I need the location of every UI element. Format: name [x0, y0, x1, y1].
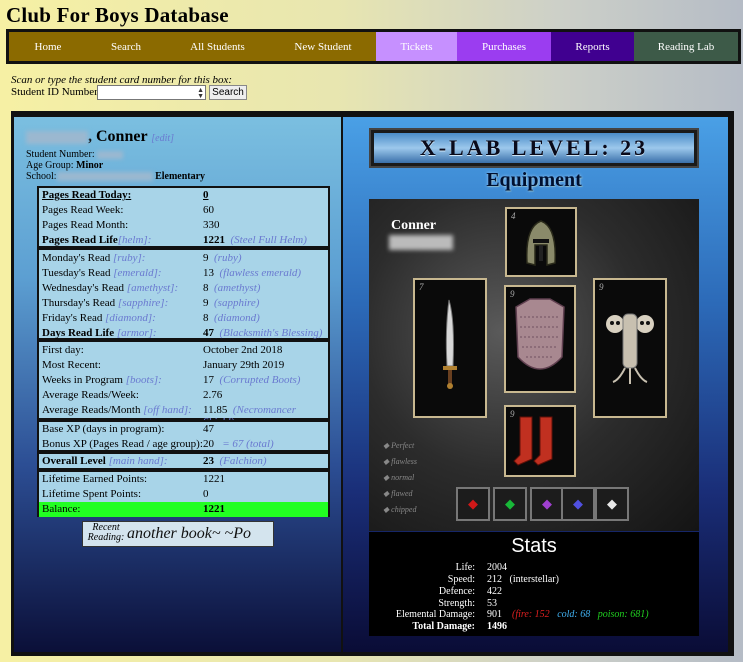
friday-row: Friday's Read [diamond]: 8 (diamond): [42, 312, 260, 324]
spent-points-row: Lifetime Spent Points: 0: [42, 488, 209, 500]
nav-purchases[interactable]: Purchases: [457, 32, 551, 61]
main-nav: Home Search All Students New Student Tic…: [6, 29, 741, 64]
student-number: Student Number:: [26, 149, 124, 160]
app-title: Club For Boys Database: [6, 3, 229, 27]
avg-month-row: Average Reads/Month [off hand]: 11.85 (N…: [42, 404, 296, 428]
monday-row: Monday's Read [ruby]: 9 (ruby): [42, 252, 242, 264]
redacted-student-number: [97, 150, 124, 159]
pages-today-row: Pages Read Today: 0: [42, 189, 209, 201]
days-read-life-row: Days Read Life [armor]: 47 (Blacksmith's…: [42, 327, 323, 339]
armor-slot[interactable]: 9: [504, 285, 576, 393]
recent-reading-box: Recent Reading: another book~ ~Po: [82, 521, 274, 547]
ruby-slot[interactable]: ◆: [456, 487, 490, 521]
helm-icon: [526, 220, 556, 266]
edit-link[interactable]: [edit]: [151, 133, 174, 144]
speed-stat: Speed: 212 (interstellar): [447, 574, 559, 585]
thursday-row: Thursday's Read [sapphire]: 9 (sapphire): [42, 297, 260, 309]
nav-home[interactable]: Home: [9, 32, 87, 61]
life-stat: Life: 2004: [455, 562, 507, 573]
redacted-character-surname: [389, 235, 453, 250]
nav-all-students[interactable]: All Students: [165, 32, 270, 61]
school: School: Elementary: [26, 171, 206, 182]
sapphire-icon: ◆: [573, 496, 583, 511]
legend-flawless: ◆ flawless: [383, 457, 417, 466]
total-damage-stat: Total Damage: 1496: [412, 621, 507, 632]
emerald-icon: ◆: [505, 496, 515, 511]
avg-week-row: Average Reads/Week: 2.76: [42, 389, 223, 401]
emerald-slot[interactable]: ◆: [493, 487, 527, 521]
nav-reading-lab[interactable]: Reading Lab: [634, 32, 738, 61]
balance-row: Balance: 1221: [39, 502, 328, 517]
recent-reading-label: Recent Reading:: [87, 522, 125, 543]
tuesday-row: Tuesday's Read [emerald]: 13 (flawless e…: [42, 267, 302, 279]
gem-quality-legend: ◆ Perfect ◆ flawless ◆ normal ◆ flawed ◆…: [383, 441, 417, 521]
stats-title: Stats: [511, 535, 557, 557]
equipment-area: Conner 4 7 9 9 9 ◆ Perfect ◆ flawless ◆ …: [369, 199, 699, 531]
student-id-input[interactable]: ▲ ▼: [97, 85, 206, 100]
days-read-section: Monday's Read [ruby]: 9 (ruby) Tuesday's…: [37, 248, 330, 340]
legend-chipped: ◆ chipped: [383, 505, 417, 514]
nav-search[interactable]: Search: [87, 32, 165, 61]
overall-level-row: Overall Level [main hand]: 23 (Falchion): [42, 455, 267, 467]
student-id-label: Student ID Number: [11, 86, 98, 98]
pages-month-row: Pages Read Month: 330: [42, 219, 220, 231]
sapphire-slot[interactable]: ◆: [561, 487, 595, 521]
first-day-row: First day: October 2nd 2018: [42, 344, 283, 356]
points-section: Lifetime Earned Points: 1221 Lifetime Sp…: [37, 470, 330, 517]
xp-section: Base XP (days in program): 47 Bonus XP (…: [37, 420, 330, 452]
most-recent-row: Most Recent: January 29th 2019: [42, 359, 285, 371]
ruby-icon: ◆: [468, 496, 478, 511]
legend-normal: ◆ normal: [383, 473, 415, 482]
legend-flawed: ◆ flawed: [383, 489, 413, 498]
pages-life-row: Pages Read Life[helm]: 1221 (Steel Full …: [42, 234, 307, 246]
nav-new-student[interactable]: New Student: [270, 32, 376, 61]
stepper-icon[interactable]: ▲ ▼: [197, 87, 204, 100]
search-button[interactable]: Search: [209, 85, 247, 100]
student-name: , Conner [edit]: [26, 128, 174, 146]
base-xp-row: Base XP (days in program): 47: [42, 423, 214, 435]
shield-slot[interactable]: 9: [593, 278, 667, 418]
weapon-slot[interactable]: 7: [413, 278, 487, 418]
earned-points-row: Lifetime Earned Points: 1221: [42, 473, 225, 485]
helm-slot[interactable]: 4: [505, 207, 577, 277]
defence-stat: Defence: 422: [438, 586, 502, 597]
recent-reading-text: another book~ ~Po: [127, 525, 251, 542]
diamond-slot[interactable]: ◆: [595, 487, 629, 521]
character-name: Conner: [391, 218, 437, 233]
program-section: First day: October 2nd 2018 Most Recent:…: [37, 340, 330, 428]
elemental-stat: Elemental Damage: 901 (fire: 152 cold: 6…: [395, 609, 649, 620]
pages-read-section: Pages Read Today: 0 Pages Read Week: 60 …: [37, 186, 330, 248]
amethyst-slot[interactable]: ◆: [530, 487, 564, 521]
stats-area: Stats Life: 2004 Speed: 212 (interstellar)…: [369, 532, 699, 636]
diamond-icon: ◆: [607, 496, 617, 511]
weeks-row: Weeks in Program [boots]: 17 (Corrupted …: [42, 374, 301, 386]
nav-reports[interactable]: Reports: [551, 32, 634, 61]
armor-icon: [515, 298, 565, 370]
xlab-level-text: X-LAB LEVEL: 23: [374, 133, 694, 163]
falchion-icon: [443, 299, 457, 389]
boots-slot[interactable]: 9: [504, 405, 576, 477]
age-group: Age Group: Minor: [26, 160, 104, 171]
wednesday-row: Wednesday's Read [amethyst]: 8 (amethyst…: [42, 282, 261, 294]
boots-icon: [513, 416, 553, 466]
redacted-last-name: [26, 130, 88, 144]
level-section: Overall Level [main hand]: 23 (Falchion): [37, 452, 330, 470]
skull-shield-icon: [606, 313, 654, 384]
pages-week-row: Pages Read Week: 60: [42, 204, 214, 216]
legend-perfect: ◆ Perfect: [383, 441, 415, 450]
nav-tickets[interactable]: Tickets: [376, 32, 457, 61]
equipment-title: Equipment: [486, 169, 582, 191]
bonus-xp-row: Bonus XP (Pages Read / age group): 20 = …: [42, 438, 274, 450]
amethyst-icon: ◆: [542, 496, 552, 511]
redacted-school-name: [56, 172, 153, 182]
xlab-level-banner: X-LAB LEVEL: 23: [369, 128, 699, 168]
